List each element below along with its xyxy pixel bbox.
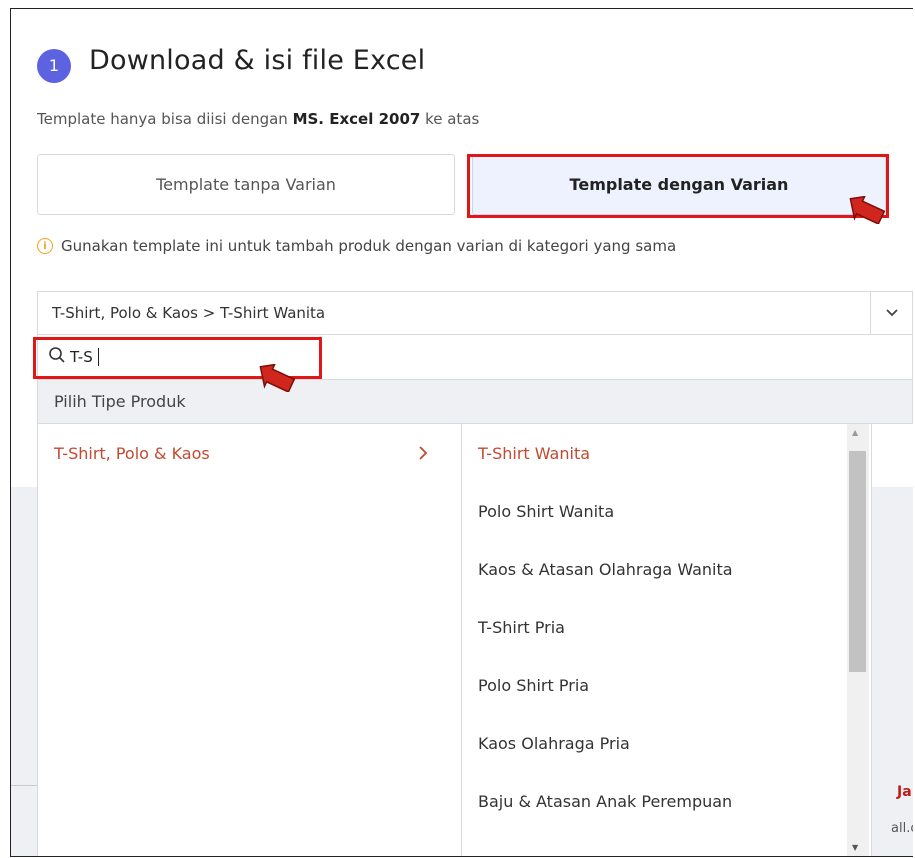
note-suffix: ke atas <box>420 110 480 128</box>
category-item[interactable]: T-Shirt, Polo & Kaos <box>38 424 461 482</box>
category-label: T-Shirt, Polo & Kaos <box>54 443 210 463</box>
chevron-down-icon[interactable] <box>870 292 912 334</box>
scroll-up-icon[interactable]: ▲ <box>852 428 858 437</box>
subcategory-list: T-Shirt Wanita Polo Shirt Wanita Kaos & … <box>462 424 872 856</box>
scrollbar[interactable]: ▲ ▼ <box>847 424 869 856</box>
pointer-arrow-icon <box>849 196 885 224</box>
subcategory-item[interactable]: T-Shirt Pria <box>462 598 871 656</box>
subcategory-item[interactable]: T-Shirt Wanita <box>462 424 871 482</box>
chevron-right-icon <box>418 444 428 465</box>
highlight-box-template <box>467 154 889 218</box>
scroll-down-icon[interactable]: ▼ <box>852 843 858 852</box>
background-text-1: Ja <box>897 784 912 800</box>
template-without-variant-button[interactable]: Template tanpa Varian <box>37 154 455 215</box>
step-title: Download & isi file Excel <box>89 45 426 76</box>
subcategory-item[interactable]: Kaos Olahraga Pria <box>462 714 871 772</box>
subcategory-item[interactable]: Polo Shirt Pria <box>462 656 871 714</box>
excel-note: Template hanya bisa diisi dengan MS. Exc… <box>37 110 479 128</box>
info-message: i Gunakan template ini untuk tambah prod… <box>37 237 676 255</box>
step-number-badge: 1 <box>37 49 71 83</box>
note-bold: MS. Excel 2007 <box>292 110 421 128</box>
background-text-2: all.c <box>891 821 913 836</box>
subcategory-item[interactable]: Polo Shirt Wanita <box>462 482 871 540</box>
scrollbar-thumb[interactable] <box>849 451 866 672</box>
info-icon: i <box>37 238 53 254</box>
note-prefix: Template hanya bisa diisi dengan <box>37 110 293 128</box>
select-value: T-Shirt, Polo & Kaos > T-Shirt Wanita <box>52 304 326 322</box>
panel-title: Pilih Tipe Produk <box>37 380 913 424</box>
subcategory-item[interactable]: Kaos & Atasan Olahraga Wanita <box>462 540 871 598</box>
product-type-select[interactable]: T-Shirt, Polo & Kaos > T-Shirt Wanita <box>37 291 913 335</box>
pointer-arrow-icon <box>259 364 295 392</box>
category-list: T-Shirt, Polo & Kaos <box>37 424 462 856</box>
subcategory-item[interactable]: Baju & Atasan Anak Perempuan <box>462 772 871 830</box>
info-text: Gunakan template ini untuk tambah produk… <box>61 237 677 255</box>
upload-panel: Ja all.c 1 Download & isi file Excel Tem… <box>10 8 913 857</box>
